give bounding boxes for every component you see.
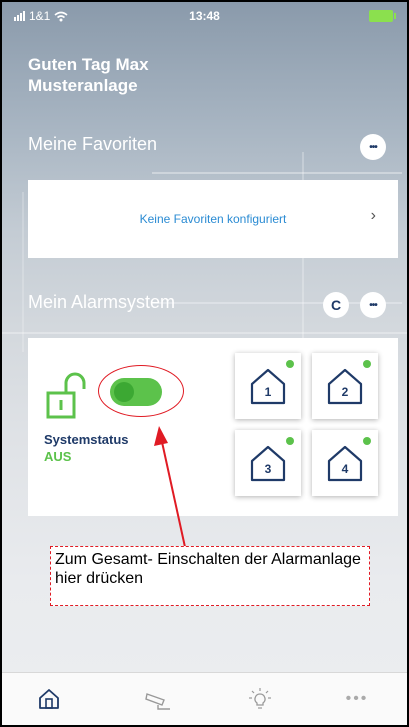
system-status-label: Systemstatus <box>44 432 129 447</box>
bottom-tab-bar: ••• <box>2 672 407 725</box>
favorites-card[interactable]: Keine Favoriten konfiguriert › <box>28 180 398 258</box>
lightbulb-tab-icon <box>249 688 271 709</box>
zone-number: 4 <box>342 462 349 476</box>
greeting: Guten Tag Max Musteranlage <box>28 54 149 96</box>
favorites-more-button[interactable]: ••• <box>360 134 386 160</box>
zone-number: 3 <box>265 462 272 476</box>
alarm-card: Systemstatus AUS 1 2 3 4 <box>28 338 398 516</box>
alarm-title: Mein Alarmsystem <box>28 292 176 312</box>
camera-tab-icon <box>145 693 170 710</box>
tab-camera[interactable] <box>143 685 173 713</box>
zone-button-4[interactable]: 4 <box>312 430 378 496</box>
refresh-icon: C <box>330 297 342 313</box>
highlight-ellipse <box>98 365 184 417</box>
installation-name: Musteranlage <box>28 76 138 95</box>
zone-button-2[interactable]: 2 <box>312 353 378 419</box>
house-zone-icon: 2 <box>327 368 363 405</box>
battery-icon <box>369 10 396 22</box>
system-status-value: AUS <box>44 449 72 464</box>
greeting-line: Guten Tag Max <box>28 55 149 74</box>
app-screen: 1&1 13:48 Guten Tag Max Musteranlage Mei… <box>0 0 409 727</box>
tab-lighting[interactable] <box>245 685 275 713</box>
favorites-empty-text: Keine Favoriten konfiguriert <box>139 212 287 226</box>
more-icon: ••• <box>369 141 377 153</box>
house-zone-icon: 4 <box>327 445 363 482</box>
home-tab-icon <box>39 689 59 709</box>
house-zone-icon: 1 <box>250 368 286 405</box>
more-tab-icon: ••• <box>345 690 369 707</box>
chevron-right-icon: › <box>370 207 376 224</box>
unlocked-padlock-icon <box>46 372 86 419</box>
favorites-title: Meine Favoriten <box>28 134 158 154</box>
alarm-more-button[interactable]: ••• <box>360 292 386 318</box>
zone-button-1[interactable]: 1 <box>235 353 301 419</box>
tab-more[interactable]: ••• <box>342 685 372 713</box>
status-bar: 1&1 13:48 <box>2 6 407 28</box>
zone-number: 2 <box>342 385 349 399</box>
tab-home[interactable] <box>34 685 64 713</box>
house-zone-icon: 3 <box>250 445 286 482</box>
refresh-button[interactable]: C <box>323 292 349 318</box>
annotation-callout: Zum Gesamt- Einschalten der Alarmanlage … <box>50 546 370 606</box>
clock: 13:48 <box>189 9 220 23</box>
zone-number: 1 <box>265 385 272 399</box>
zone-button-3[interactable]: 3 <box>235 430 301 496</box>
more-icon: ••• <box>369 299 377 311</box>
